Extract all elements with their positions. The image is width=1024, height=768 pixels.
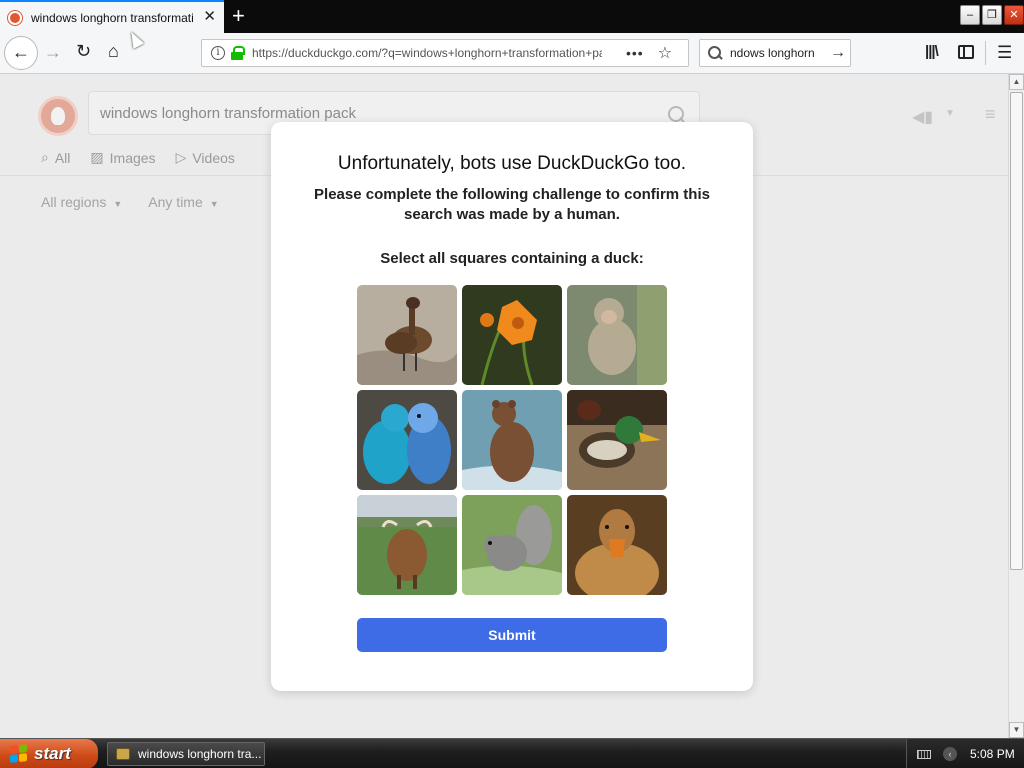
- tile-mallard[interactable]: [567, 390, 667, 490]
- minimize-button[interactable]: –: [960, 5, 980, 25]
- tile-squirrel[interactable]: [462, 495, 562, 595]
- squirrel-photo: [462, 495, 562, 595]
- reload-button[interactable]: ↻: [76, 41, 91, 62]
- challenge-title: Unfortunately, bots use DuckDuckGo too.: [337, 153, 687, 174]
- navigation-toolbar: ← → ↻ ⌂ i https://duckduckgo.com/?q=wind…: [0, 33, 1024, 74]
- windows-logo-icon: [10, 744, 28, 764]
- mallard-photo: [567, 390, 667, 490]
- tile-duck[interactable]: [357, 285, 457, 385]
- taskbar: start windows longhorn tra... ‹ 5:08 PM: [0, 738, 1024, 768]
- home-button[interactable]: ⌂: [108, 41, 119, 62]
- keyboard-icon[interactable]: [917, 749, 931, 759]
- tab-label: Images: [109, 149, 156, 166]
- tile-bear[interactable]: [462, 390, 562, 490]
- submit-button[interactable]: Submit: [357, 618, 667, 652]
- start-label: start: [34, 744, 71, 763]
- browser-search-input[interactable]: ndows longhorn: [730, 46, 826, 60]
- tile-highland-cow[interactable]: [357, 495, 457, 595]
- tray-expand-icon[interactable]: ‹: [943, 747, 957, 761]
- chevron-down-icon[interactable]: ▼: [945, 108, 955, 119]
- image-grid: [357, 285, 667, 595]
- tab-label: All: [54, 149, 71, 166]
- ddg-menu-icon[interactable]: ≡: [985, 104, 996, 125]
- url-bar[interactable]: i https://duckduckgo.com/?q=windows+long…: [201, 39, 689, 67]
- close-window-button[interactable]: ✕: [1004, 5, 1024, 25]
- chevron-down-icon: ▼: [209, 199, 219, 209]
- secure-lock-icon: [231, 46, 245, 60]
- challenge-instruction: Select all squares containing a duck:: [380, 250, 644, 267]
- url-text[interactable]: https://duckduckgo.com/?q=windows+longho…: [252, 46, 602, 60]
- filter-label: All regions: [41, 194, 107, 210]
- tab-videos[interactable]: ▷ Videos: [176, 149, 235, 166]
- ddg-search-query[interactable]: windows longhorn transformation pack: [100, 105, 356, 122]
- vertical-scrollbar[interactable]: ▲ ▼: [1008, 74, 1024, 738]
- bot-challenge-dialog: Unfortunately, bots use DuckDuckGo too. …: [271, 122, 753, 691]
- tile-parakeets[interactable]: [357, 390, 457, 490]
- page-actions-button[interactable]: •••: [626, 45, 644, 61]
- taskbar-item-firefox[interactable]: windows longhorn tra...: [107, 742, 265, 766]
- highland-cow-photo: [357, 495, 457, 595]
- filter-label: Any time: [148, 194, 203, 210]
- tile-flower[interactable]: [462, 285, 562, 385]
- search-icon: ⌕: [41, 149, 49, 165]
- search-go-button[interactable]: →: [830, 44, 846, 62]
- duckduckgo-favicon-icon: [8, 10, 22, 25]
- start-button[interactable]: start: [0, 739, 98, 768]
- ddg-filters: All regions ▼ Any time ▼: [41, 194, 219, 210]
- tab-title: windows longhorn transformation pack at …: [31, 10, 193, 25]
- scroll-down-arrow-icon[interactable]: ▼: [1009, 722, 1024, 738]
- new-tab-button[interactable]: +: [232, 4, 245, 28]
- taskbar-item-label: windows longhorn tra...: [138, 747, 262, 761]
- hamburger-menu-icon[interactable]: ☰: [997, 43, 1012, 63]
- browser-search-box[interactable]: ndows longhorn →: [699, 39, 851, 67]
- forward-button[interactable]: →: [44, 42, 62, 63]
- search-icon[interactable]: [668, 106, 685, 123]
- megaphone-icon[interactable]: ◀▮: [912, 107, 933, 127]
- time-filter[interactable]: Any time ▼: [148, 194, 218, 210]
- back-button[interactable]: ←: [4, 36, 38, 70]
- monkey-photo: [567, 285, 667, 385]
- tab-close-icon[interactable]: ✕: [203, 9, 216, 25]
- browser-tab[interactable]: windows longhorn transformation pack at …: [0, 0, 224, 33]
- region-filter[interactable]: All regions ▼: [41, 194, 122, 210]
- tile-monkey[interactable]: [567, 285, 667, 385]
- flower-photo: [462, 285, 562, 385]
- library-icon[interactable]: |||\: [925, 43, 939, 60]
- restore-button[interactable]: ❐: [982, 5, 1002, 25]
- duckduckgo-logo[interactable]: [38, 96, 78, 136]
- tab-all[interactable]: ⌕ All: [41, 149, 70, 166]
- clock[interactable]: 5:08 PM: [970, 747, 1015, 761]
- sidebar-toggle-icon[interactable]: [958, 45, 974, 59]
- bookmark-star-icon[interactable]: ☆: [658, 43, 672, 63]
- scroll-up-arrow-icon[interactable]: ▲: [1009, 74, 1024, 90]
- play-icon: ▷: [175, 149, 187, 165]
- scrollbar-thumb[interactable]: [1010, 92, 1023, 570]
- chevron-down-icon: ▼: [113, 199, 123, 209]
- parakeets-photo: [357, 390, 457, 490]
- tab-strip: windows longhorn transformation pack at …: [0, 0, 1024, 33]
- tab-label: Videos: [192, 149, 235, 166]
- site-info-icon[interactable]: i: [211, 46, 225, 60]
- window-controls: – ❐ ✕: [960, 5, 1024, 25]
- tab-images[interactable]: ▨ Images: [90, 149, 155, 166]
- duck-closeup-photo: [567, 495, 667, 595]
- image-icon: ▨: [90, 149, 104, 165]
- challenge-subtitle: Please complete the following challenge …: [314, 186, 710, 223]
- toolbar-divider: [985, 41, 986, 65]
- ddg-result-tabs: ⌕ All ▨ Images ▷ Videos: [41, 149, 235, 166]
- duck-photo: [357, 285, 457, 385]
- system-tray: ‹ 5:08 PM: [906, 739, 1024, 768]
- bear-photo: [462, 390, 562, 490]
- search-icon: [708, 46, 722, 60]
- app-icon: [116, 748, 130, 760]
- tile-duck-closeup[interactable]: [567, 495, 667, 595]
